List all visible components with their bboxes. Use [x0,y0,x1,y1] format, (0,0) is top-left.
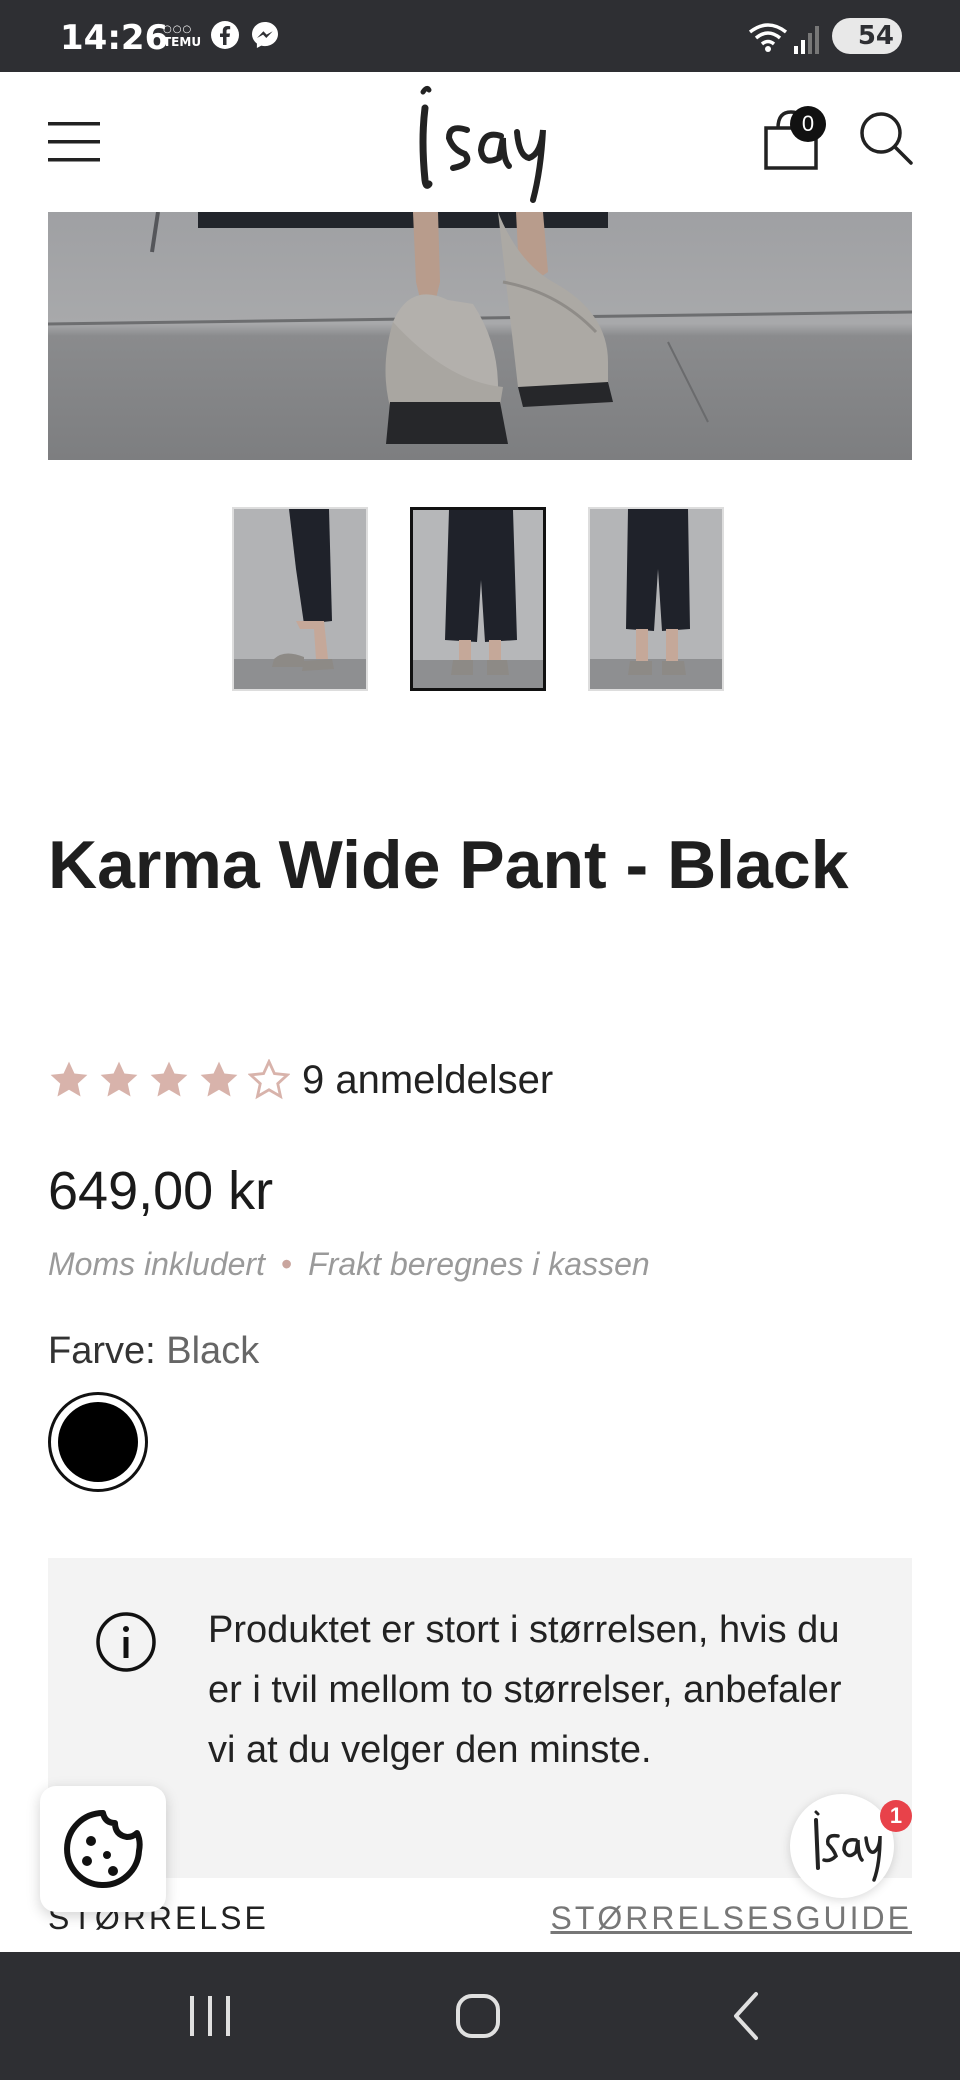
star-filled-icon [100,1061,138,1097]
cart-count-badge: 0 [790,106,826,142]
product-rating[interactable]: 9 anmeldelser [48,1052,553,1108]
home-icon[interactable] [448,1988,508,2044]
isay-logo[interactable] [405,80,565,205]
status-bar: 14:26 ○○○ TEMU 54 [0,0,960,72]
gallery-thumbnail-2[interactable] [410,507,546,691]
messenger-icon [252,22,278,48]
site-header: 0 [0,72,960,212]
cookie-settings-button[interactable] [40,1786,166,1912]
separator-dot: • [280,1246,293,1282]
main-product-image[interactable] [48,212,912,460]
color-value: Black [166,1330,260,1372]
status-time: 14:26 [60,18,169,58]
tax-note: Moms inkludert [48,1246,265,1282]
gallery-thumbnail-3[interactable] [588,507,724,691]
back-icon[interactable] [718,1988,778,2044]
battery-icon: 54 [832,18,902,54]
info-icon [96,1612,156,1672]
search-icon[interactable] [856,108,916,168]
product-price: 649,00 kr [48,1161,274,1221]
battery-level: 54 [857,21,894,51]
temu-icon: ○○○ TEMU [163,24,202,49]
chat-widget-button[interactable] [790,1794,894,1898]
star-filled-icon [150,1061,188,1097]
signal-icon [794,26,819,54]
product-title: Karma Wide Pant - Black [48,827,849,903]
color-swatch-black[interactable] [48,1392,148,1492]
color-label-prefix: Farve: [48,1330,156,1372]
size-guide-link[interactable]: STØRRELSESGUIDE [550,1900,912,1937]
star-filled-icon [50,1061,88,1097]
system-nav-bar [0,1952,960,2080]
color-label: Farve: Black [48,1330,259,1373]
gallery-thumbnail-1[interactable] [232,507,368,691]
temu-label: TEMU [163,35,202,49]
star-filled-icon [200,1061,238,1097]
recent-apps-icon[interactable] [180,1988,240,2044]
isay-chat-logo-icon [814,1810,882,1882]
facebook-icon [211,21,239,49]
tax-shipping-note: Moms inkludert • Frakt beregnes i kassen [48,1246,650,1283]
swatch-fill [58,1402,138,1482]
chat-notification-badge: 1 [880,1800,912,1832]
menu-icon[interactable] [48,118,100,166]
size-info-text: Produktet er stort i størrelsen, hvis du… [208,1609,842,1771]
reviews-link[interactable]: 9 anmeldelser [302,1058,553,1103]
shipping-note: Frakt beregnes i kassen [308,1246,650,1282]
size-info-box: Produktet er stort i størrelsen, hvis du… [48,1558,912,1878]
star-empty-icon [248,1059,290,1100]
wifi-icon [748,23,788,52]
cookie-icon [64,1810,143,1888]
